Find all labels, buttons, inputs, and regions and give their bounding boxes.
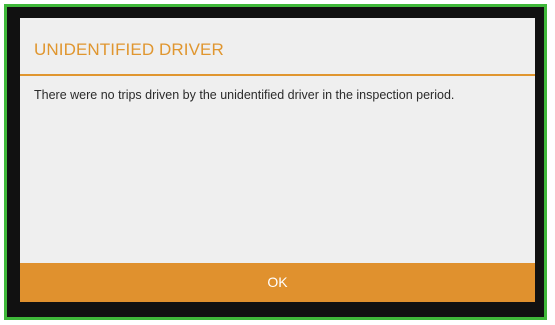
unidentified-driver-dialog: UNIDENTIFIED DRIVER There were no trips … xyxy=(20,18,535,302)
dialog-title: UNIDENTIFIED DRIVER xyxy=(34,40,224,59)
ok-button[interactable]: OK xyxy=(20,263,535,302)
ok-button-label: OK xyxy=(267,274,288,290)
dialog-message: There were no trips driven by the uniden… xyxy=(34,88,455,102)
dialog-header: UNIDENTIFIED DRIVER xyxy=(20,18,535,76)
screenshot-frame: UNIDENTIFIED DRIVER There were no trips … xyxy=(4,4,547,320)
